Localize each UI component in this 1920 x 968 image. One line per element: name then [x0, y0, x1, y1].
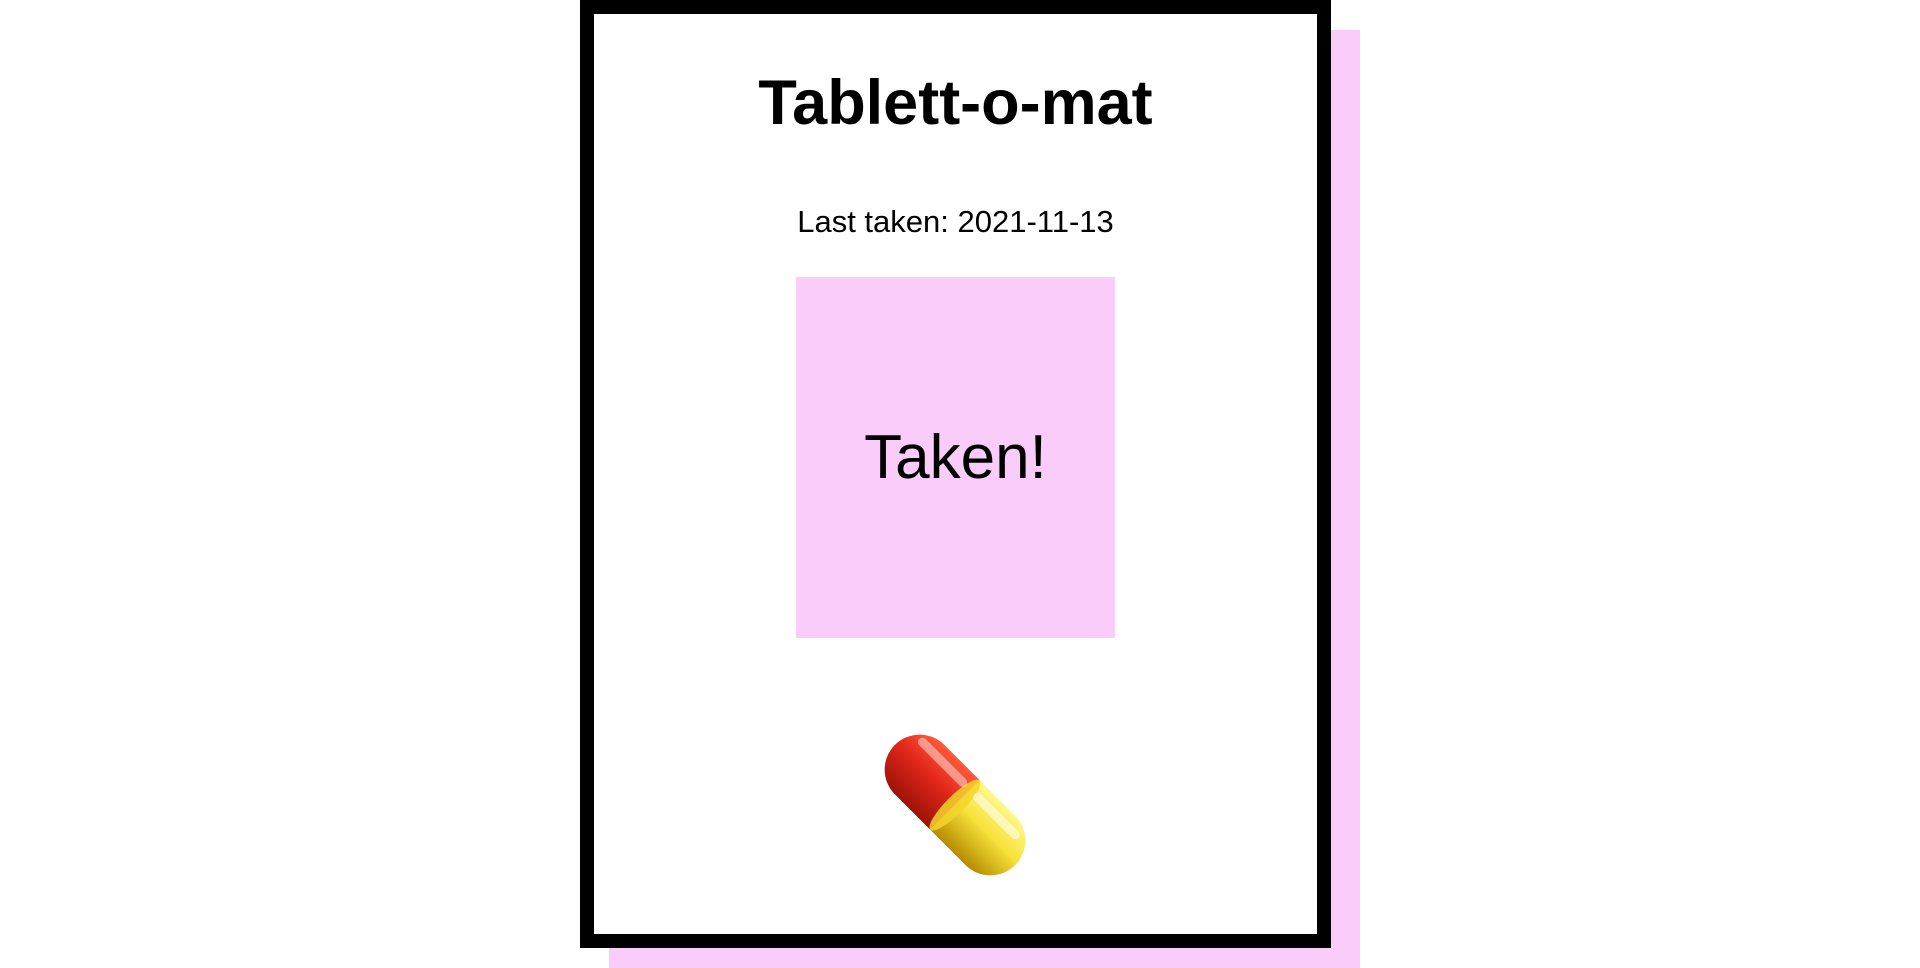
pill-icon — [880, 730, 1030, 880]
taken-button[interactable]: Taken! — [796, 277, 1115, 638]
last-taken-status: Last taken: 2021-11-13 — [797, 204, 1114, 239]
page-title: Tablett-o-mat — [758, 68, 1153, 138]
page: Tablett-o-mat Last taken: 2021-11-13 Tak… — [0, 0, 1920, 968]
main-card: Tablett-o-mat Last taken: 2021-11-13 Tak… — [580, 0, 1331, 948]
